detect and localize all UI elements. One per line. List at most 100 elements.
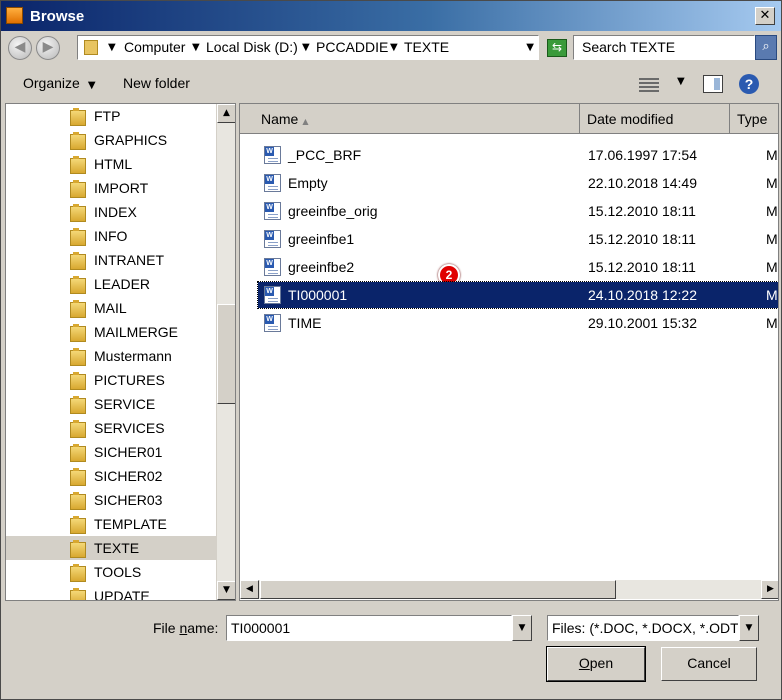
toolbar: Organize ▼ New folder ▼ ? [1,67,781,101]
tree-item[interactable]: MAIL [6,296,216,320]
tree-item-label: Mustermann [94,348,172,364]
chevron-down-icon[interactable]: ▼ [677,76,685,87]
tree-item[interactable]: TEMPLATE [6,512,216,536]
file-list-scrollbar[interactable]: ◀ ▶ [240,580,778,599]
tree-item[interactable]: IMPORT [6,176,216,200]
tree-item[interactable]: LEADER [6,272,216,296]
column-header-name[interactable]: Name ▲ [240,104,580,134]
breadcrumb-pccaddie[interactable]: PCCADDIE [316,39,388,55]
tree-item-label: IMPORT [94,180,149,196]
tree-item[interactable]: Mustermann [6,344,216,368]
folder-icon [70,372,86,390]
tree-item[interactable]: SERVICE [6,392,216,416]
tree-item[interactable]: FTP [6,104,216,128]
file-name: Empty [288,175,328,191]
folder-icon [70,132,86,150]
tree-item[interactable]: HTML [6,152,216,176]
forward-button[interactable]: ▶ [36,36,60,60]
breadcrumb-local-disk[interactable]: Local Disk (D:) [206,39,298,55]
tree-item-label: SICHER01 [94,444,163,460]
tree-item-label: SERVICE [94,396,156,412]
tree-item[interactable]: SICHER01 [6,440,216,464]
address-row: ◀ ▶ ▼ Computer ▼ Local Disk (D:) ▼ PCCAD… [1,31,781,65]
file-row[interactable]: TI000001 24.10.2018 12:22 Microso [257,281,778,309]
chevron-right-icon[interactable]: ▼ [108,42,116,53]
file-list: Name▲ Date modified Type 2 ◀ ▶ _PCC_BRF1… [239,103,779,601]
tree-item-label: LEADER [94,276,151,292]
file-name: _PCC_BRF [288,147,362,163]
chevron-down-icon[interactable]: ▼ [512,615,532,641]
file-row[interactable]: Empty 22.10.2018 14:49 Microso [258,170,778,196]
tree-item-label: INTRANET [94,252,164,268]
tree-item[interactable]: SERVICES [6,416,216,440]
tree-item[interactable]: TEXTE [6,536,216,560]
chevron-right-icon[interactable]: ▼ [192,42,200,53]
tree-item[interactable]: SICHER03 [6,488,216,512]
help-icon[interactable]: ? [739,74,759,94]
breadcrumb-texte[interactable]: TEXTE [404,39,449,55]
preview-pane-icon[interactable] [703,75,723,93]
folder-icon [70,252,86,270]
tree-item-label: UPDATE [94,588,150,601]
tree-item[interactable]: GRAPHICS [6,128,216,152]
chevron-down-icon[interactable]: ▼ [739,615,759,641]
chevron-right-icon[interactable]: ▼ [390,42,398,53]
cancel-button[interactable]: Cancel [661,647,757,681]
tree-item[interactable]: INTRANET [6,248,216,272]
scroll-thumb[interactable] [260,580,616,599]
scroll-up-icon[interactable]: ▲ [217,104,235,123]
close-button[interactable]: ✕ [755,7,775,25]
breadcrumb-computer[interactable]: Computer [124,39,185,55]
open-button[interactable]: Open [546,646,646,682]
file-name: TIME [288,315,322,331]
title-bar[interactable]: Browse ✕ [1,1,781,31]
scroll-thumb[interactable] [217,304,235,404]
view-list-icon[interactable] [639,76,659,92]
word-document-icon [264,286,281,304]
organize-button[interactable]: Organize ▼ [23,75,96,91]
column-name-label: Name [261,111,299,127]
file-type: Microso [766,315,778,331]
tree-scrollbar[interactable]: ▲ ▼ [216,104,235,600]
tree-item-label: FTP [94,108,121,124]
refresh-button[interactable]: ⇆ [547,39,567,57]
folder-icon [70,420,86,438]
file-name-input[interactable]: TI000001 [226,615,512,641]
tree-item[interactable]: MAILMERGE [6,320,216,344]
tree-item-label: SICHER03 [94,492,163,508]
file-row[interactable]: greeinfbe_orig 15.12.2010 18:11 Microso [258,198,778,224]
scroll-right-icon[interactable]: ▶ [761,580,778,599]
search-icon[interactable]: ⌕ [755,35,777,60]
file-type-select[interactable]: Files: (*.DOC, *.DOCX, *.ODT, [547,615,739,641]
chevron-right-icon[interactable]: ▼ [302,42,310,53]
file-row[interactable]: greeinfbe2 15.12.2010 18:11 Microso [258,254,778,280]
scroll-down-icon[interactable]: ▼ [217,581,235,600]
folder-icon [70,588,86,600]
tree-item[interactable]: PICTURES [6,368,216,392]
new-folder-button[interactable]: New folder [123,75,190,91]
tree-item-label: PICTURES [94,372,165,388]
folder-icon [70,324,86,342]
folder-icon [70,468,86,486]
tree-item-label: SERVICES [94,420,165,436]
scroll-left-icon[interactable]: ◀ [240,580,259,599]
tree-item[interactable]: SICHER02 [6,464,216,488]
tree-item[interactable]: INDEX [6,200,216,224]
organize-label: Organize [23,75,80,91]
chevron-down-icon[interactable]: ▼ [526,42,534,53]
word-document-icon [264,146,281,164]
file-name: greeinfbe1 [288,231,355,247]
file-row[interactable]: TIME 29.10.2001 15:32 Microso [258,310,778,336]
tree-item[interactable]: INFO [6,224,216,248]
tree-item-label: TEXTE [94,540,140,556]
file-row[interactable]: greeinfbe1 15.12.2010 18:11 Microso [258,226,778,252]
address-bar[interactable]: ▼ Computer ▼ Local Disk (D:) ▼ PCCADDIE … [77,35,539,60]
column-header-type[interactable]: Type [730,104,778,134]
search-input[interactable]: Search TEXTE [573,35,755,60]
back-button[interactable]: ◀ [8,36,32,60]
tree-item[interactable]: UPDATE [6,584,216,601]
file-date: 29.10.2001 15:32 [588,315,697,331]
column-header-date[interactable]: Date modified [580,104,730,134]
tree-item[interactable]: TOOLS [6,560,216,584]
file-row[interactable]: _PCC_BRF 17.06.1997 17:54 Microso [258,142,778,168]
